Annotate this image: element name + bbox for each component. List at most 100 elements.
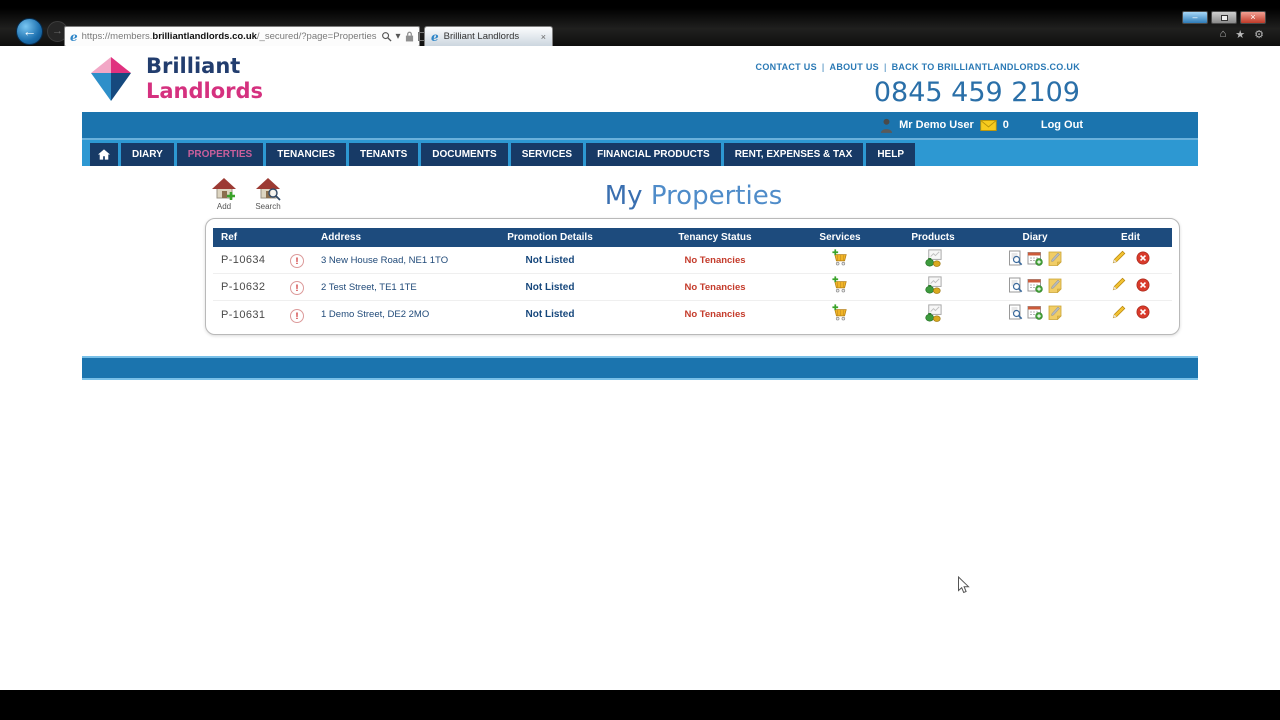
- nav-tab-help[interactable]: HELP: [866, 143, 915, 166]
- alert-icon: !: [290, 254, 304, 268]
- phone-number: 0845 459 2109: [873, 77, 1080, 108]
- nav-tab-properties[interactable]: PROPERTIES: [176, 143, 264, 166]
- search-dropdown-icon[interactable]: ▾: [396, 31, 401, 42]
- gear-icon[interactable]: ⚙: [1254, 28, 1264, 41]
- favorites-star-icon[interactable]: ★: [1235, 28, 1245, 41]
- products-icon[interactable]: [924, 303, 943, 322]
- property-ref: P-10632: [221, 281, 266, 293]
- table-row: P-10632 ! 2 Test Street, TE1 1TE Not Lis…: [213, 274, 1172, 301]
- note-icon[interactable]: [1047, 304, 1063, 320]
- contact-us-link[interactable]: CONTACT US: [756, 62, 817, 72]
- header-ref: Ref: [221, 232, 238, 243]
- brand-line2: Landlords: [146, 79, 264, 103]
- page-title: My Properties: [604, 181, 783, 211]
- add-property-button[interactable]: Add: [206, 177, 242, 211]
- calendar-add-icon[interactable]: [1027, 250, 1043, 266]
- tenancy-status: No Tenancies: [684, 309, 746, 320]
- house-add-icon: [211, 177, 237, 201]
- nav-tab-rent-expenses-tax[interactable]: RENT, EXPENSES & TAX: [723, 143, 864, 166]
- add-label: Add: [216, 202, 232, 211]
- brand-logo[interactable]: Brilliant Landlords: [86, 54, 263, 104]
- table-row: P-10631 ! 1 Demo Street, DE2 2MO Not Lis…: [213, 301, 1172, 328]
- ie-favicon-icon: e: [70, 29, 78, 44]
- search-property-button[interactable]: Search: [250, 177, 286, 211]
- alert-icon: !: [290, 308, 304, 323]
- window-controls: – ×: [1182, 11, 1266, 24]
- search-label: Search: [255, 202, 281, 211]
- tenancy-status: No Tenancies: [684, 281, 746, 293]
- property-address: 1 Demo Street, DE2 2MO: [321, 309, 430, 320]
- diary-view-icon[interactable]: [1007, 277, 1023, 293]
- header-promotion: Promotion Details: [507, 232, 593, 243]
- property-ref: P-10631: [221, 308, 266, 321]
- delete-icon[interactable]: [1136, 278, 1150, 292]
- url-text[interactable]: https://members.brilliantlandlords.co.uk…: [82, 31, 377, 42]
- user-avatar-icon: [880, 118, 893, 133]
- about-us-link[interactable]: ABOUT US: [830, 62, 879, 72]
- home-icon[interactable]: ⌂: [1220, 28, 1227, 41]
- nav-tab-financial-products[interactable]: FINANCIAL PRODUCTS: [586, 143, 721, 166]
- edit-pencil-icon[interactable]: [1111, 277, 1126, 292]
- header-products: Products: [911, 232, 955, 243]
- header-tenancy: Tenancy Status: [678, 232, 752, 243]
- nav-tab-tenancies[interactable]: TENANCIES: [266, 143, 347, 166]
- back-to-site-link[interactable]: BACK TO BRILLIANTLANDLORDS.CO.UK: [892, 62, 1080, 72]
- restore-button[interactable]: [1211, 11, 1237, 24]
- browser-tab[interactable]: e Brilliant Landlords ×: [424, 26, 553, 46]
- header-diary: Diary: [1022, 232, 1048, 243]
- envelope-icon[interactable]: [980, 120, 997, 131]
- promotion-status: Not Listed: [525, 254, 575, 266]
- property-address: 3 New House Road, NE1 1TO: [321, 254, 449, 266]
- products-icon[interactable]: [924, 248, 943, 267]
- property-address: 2 Test Street, TE1 1TE: [321, 281, 417, 293]
- lock-icon: [405, 31, 414, 42]
- nav-tab-home[interactable]: [90, 143, 118, 166]
- promotion-status: Not Listed: [525, 281, 575, 293]
- minimize-button[interactable]: –: [1182, 11, 1208, 24]
- footer-bar: [82, 356, 1198, 380]
- mouse-cursor: [957, 576, 970, 595]
- calendar-add-icon[interactable]: [1027, 304, 1043, 320]
- edit-pencil-icon[interactable]: [1111, 250, 1126, 265]
- delete-icon[interactable]: [1136, 251, 1150, 265]
- services-cart-icon[interactable]: [831, 275, 850, 294]
- back-button[interactable]: ←: [16, 18, 43, 45]
- tab-title: Brilliant Landlords: [443, 31, 520, 42]
- diary-view-icon[interactable]: [1007, 304, 1023, 320]
- services-cart-icon[interactable]: [831, 248, 850, 267]
- note-icon[interactable]: [1047, 250, 1063, 266]
- nav-tab-documents[interactable]: DOCUMENTS: [421, 143, 508, 166]
- products-icon[interactable]: [924, 275, 943, 294]
- search-icon[interactable]: [381, 31, 392, 42]
- nav-tab-tenants[interactable]: TENANTS: [349, 143, 419, 166]
- restore-icon: [1220, 15, 1228, 21]
- message-count: 0: [1002, 119, 1009, 131]
- note-icon[interactable]: [1047, 277, 1063, 293]
- nav-tab-services[interactable]: SERVICES: [510, 143, 584, 166]
- tenancy-status: No Tenancies: [684, 254, 746, 266]
- diary-view-icon[interactable]: [1007, 250, 1023, 266]
- home-icon: [98, 149, 110, 160]
- tab-favicon-icon: e: [431, 29, 439, 44]
- user-bar: Mr Demo User 0 Log Out: [82, 112, 1198, 140]
- alert-icon: !: [290, 281, 304, 295]
- main-nav: DIARY PROPERTIES TENANCIES TENANTS DOCUM…: [82, 140, 1198, 166]
- brand-line1: Brilliant: [146, 54, 241, 78]
- header-address: Address: [321, 232, 362, 243]
- address-bar[interactable]: e https://members.brilliantlandlords.co.…: [64, 26, 447, 47]
- tab-close-icon[interactable]: ×: [541, 32, 546, 42]
- header-edit: Edit: [1121, 232, 1140, 243]
- services-cart-icon[interactable]: [831, 303, 850, 322]
- properties-table: Ref Address Promotion Details Tenancy St…: [205, 218, 1180, 335]
- user-name: Mr Demo User: [899, 119, 974, 131]
- delete-icon[interactable]: [1136, 305, 1150, 319]
- promotion-status: Not Listed: [525, 309, 575, 320]
- screen: – × ⌂ ★ ⚙ ← → e https://members.brillian…: [0, 0, 1280, 720]
- property-ref: P-10634: [221, 254, 266, 266]
- close-button[interactable]: ×: [1240, 11, 1266, 24]
- nav-tab-diary[interactable]: DIARY: [121, 143, 174, 166]
- calendar-add-icon[interactable]: [1027, 277, 1043, 293]
- logout-link[interactable]: Log Out: [1041, 119, 1083, 131]
- edit-pencil-icon[interactable]: [1111, 305, 1126, 320]
- page: Brilliant Landlords CONTACT US | ABOUT US |…: [0, 46, 1280, 690]
